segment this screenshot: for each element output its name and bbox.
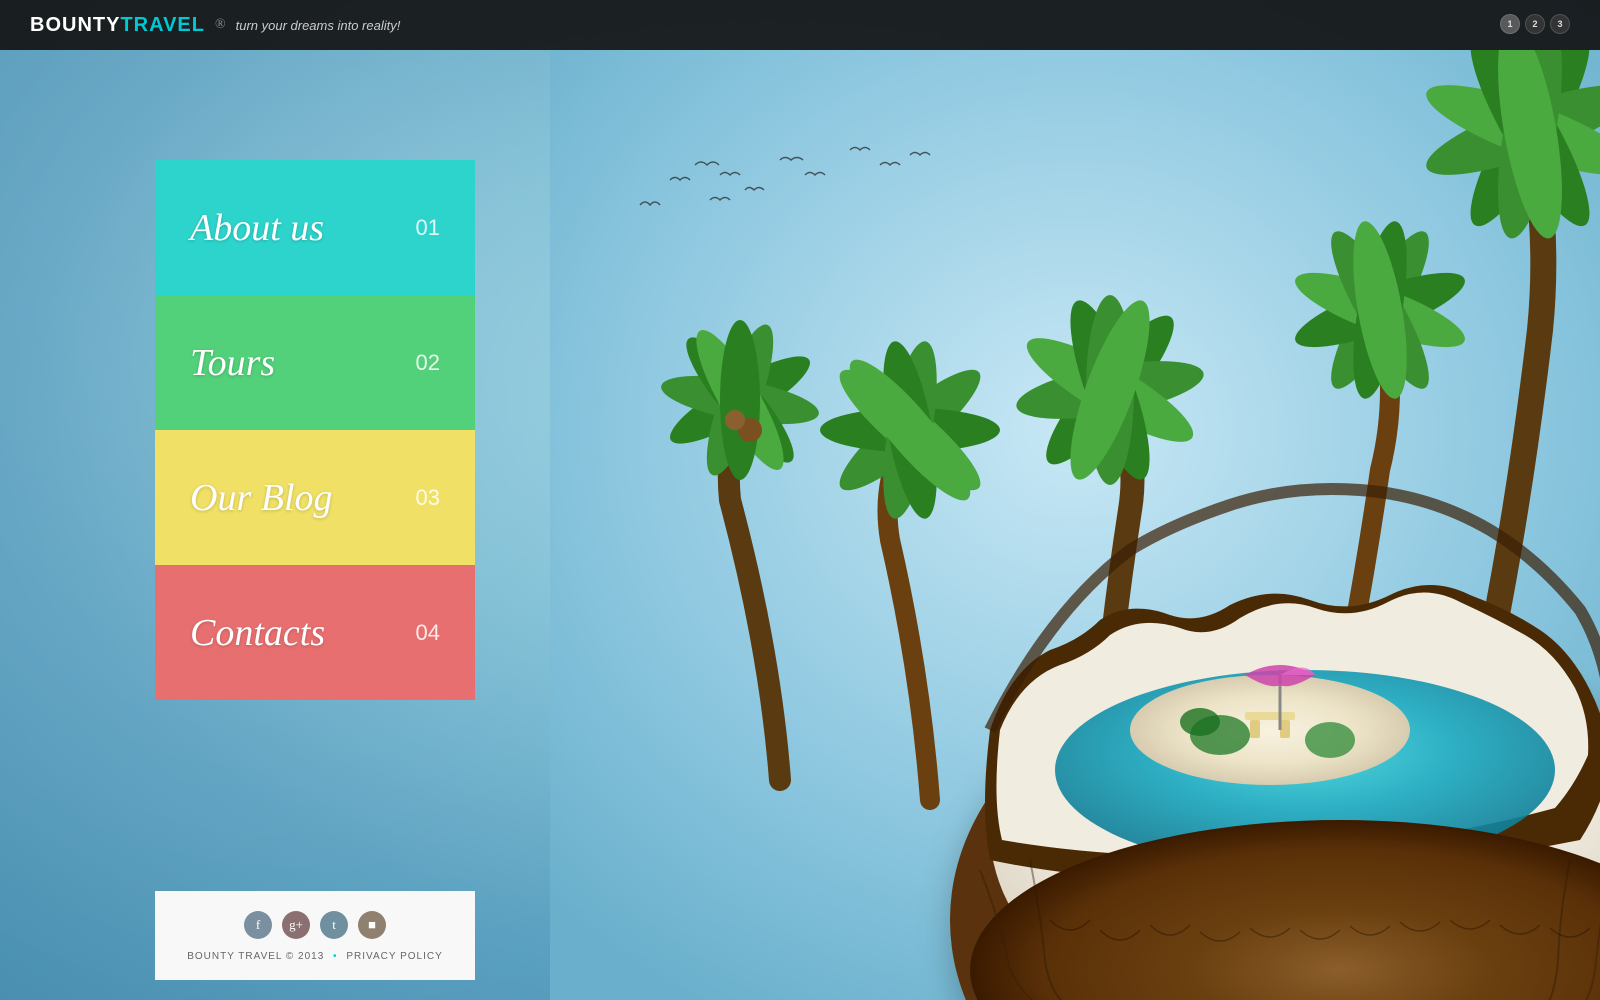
social-icons: f g+ t ■ bbox=[180, 911, 450, 939]
social-google-icon[interactable]: g+ bbox=[282, 911, 310, 939]
logo-travel: TRAVEL bbox=[120, 14, 205, 37]
logo-bounty: BOUNTY bbox=[30, 14, 120, 37]
menu-label-contacts: Contacts bbox=[190, 611, 325, 655]
footer-text: BOUNTY TRAVEL © 2013 • PRIVACY POLICY bbox=[180, 951, 450, 962]
logo: BOUNTY TRAVEL ® turn your dreams into re… bbox=[30, 14, 400, 37]
logo-tagline: turn your dreams into reality! bbox=[236, 18, 401, 33]
menu-item-blog[interactable]: Our Blog 03 bbox=[155, 430, 475, 565]
social-rss-icon[interactable]: ■ bbox=[358, 911, 386, 939]
footer-box: f g+ t ■ BOUNTY TRAVEL © 2013 • PRIVACY … bbox=[155, 891, 475, 980]
sidebar-menu: About us 01 Tours 02 Our Blog 03 Contact… bbox=[155, 160, 475, 700]
social-twitter-icon[interactable]: t bbox=[320, 911, 348, 939]
main-visual bbox=[550, 50, 1600, 1000]
header: BOUNTY TRAVEL ® turn your dreams into re… bbox=[0, 0, 1600, 50]
pagination: 1 2 3 bbox=[1500, 14, 1570, 34]
footer-copyright: BOUNTY TRAVEL © 2013 bbox=[187, 951, 324, 962]
page-dot-3[interactable]: 3 bbox=[1550, 14, 1570, 34]
footer-separator: • bbox=[333, 951, 338, 962]
menu-number-blog: 03 bbox=[416, 485, 440, 511]
scene-svg bbox=[550, 50, 1600, 1000]
menu-label-blog: Our Blog bbox=[190, 476, 333, 520]
menu-number-tours: 02 bbox=[416, 350, 440, 376]
footer-privacy[interactable]: PRIVACY POLICY bbox=[346, 951, 442, 962]
menu-number-contacts: 04 bbox=[416, 620, 440, 646]
page-dot-1[interactable]: 1 bbox=[1500, 14, 1520, 34]
menu-label-tours: Tours bbox=[190, 341, 275, 385]
menu-item-contacts[interactable]: Contacts 04 bbox=[155, 565, 475, 700]
logo-symbol: ® bbox=[215, 17, 226, 33]
menu-item-about[interactable]: About us 01 bbox=[155, 160, 475, 295]
menu-label-about: About us bbox=[190, 206, 324, 250]
menu-item-tours[interactable]: Tours 02 bbox=[155, 295, 475, 430]
social-facebook-icon[interactable]: f bbox=[244, 911, 272, 939]
menu-number-about: 01 bbox=[416, 215, 440, 241]
page-dot-2[interactable]: 2 bbox=[1525, 14, 1545, 34]
